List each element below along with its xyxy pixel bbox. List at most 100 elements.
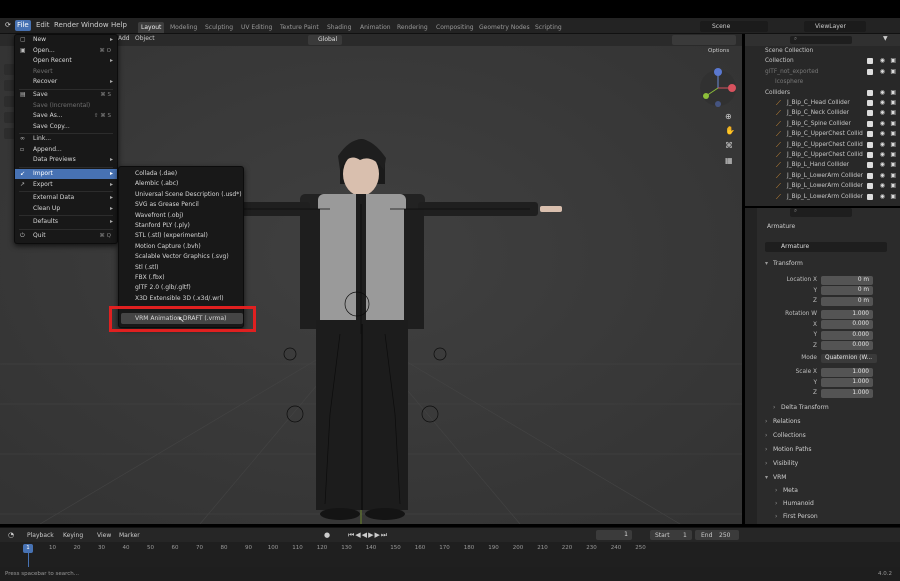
rotation-z-row[interactable]: Z 0.000	[763, 341, 900, 351]
camera-view-icon[interactable]: ⌘	[725, 141, 733, 150]
scale-x-row[interactable]: Scale X 1.000	[763, 367, 900, 377]
outliner-row[interactable]: ⟋ J_Bip_L_Hand Collider ◉ ▣	[745, 160, 900, 170]
import-x3d[interactable]: X3D Extensible 3D (.x3d/.wrl)	[119, 294, 243, 304]
eye-icon[interactable]: ◉	[880, 140, 885, 150]
filter-icon[interactable]: ▼	[883, 35, 888, 42]
file-open[interactable]: ▣ Open... ⌘ O	[15, 46, 117, 56]
file-data-previews[interactable]: Data Previews ▸	[15, 155, 117, 165]
eye-icon[interactable]: ◉	[880, 150, 885, 160]
outliner-row[interactable]: ⟋ J_Bip_L_LowerArm Collider ◉ ▣	[745, 171, 900, 181]
eye-icon[interactable]: ◉	[880, 129, 885, 139]
import-collada[interactable]: Collada (.dae)	[119, 169, 243, 179]
eye-icon[interactable]: ◉	[880, 181, 885, 191]
import-usd[interactable]: Universal Scene Description (.usd*)	[119, 190, 243, 200]
camera-icon[interactable]: ▣	[890, 171, 896, 181]
import-motion-capture[interactable]: Motion Capture (.bvh)	[119, 242, 243, 252]
menu-help[interactable]: Help	[109, 20, 129, 31]
tab-uv-editing[interactable]: UV Editing	[241, 22, 272, 33]
tab-rendering[interactable]: Rendering	[397, 22, 428, 33]
import-stl[interactable]: Stl (.stl)	[119, 263, 243, 273]
import-alembic[interactable]: Alembic (.abc)	[119, 179, 243, 189]
motion-paths-header[interactable]: › Motion Paths	[765, 444, 812, 456]
outliner-row[interactable]: ⟋ J_Bip_C_UpperChest Collid ◉ ▣	[745, 140, 900, 150]
file-external-data[interactable]: External Data ▸	[15, 193, 117, 203]
import-gltf[interactable]: glTF 2.0 (.glb/.gltf)	[119, 283, 243, 293]
file-defaults[interactable]: Defaults ▸	[15, 217, 117, 227]
eye-icon[interactable]: ◉	[880, 56, 885, 66]
blender-logo-icon[interactable]: ⟳	[3, 20, 13, 31]
properties-search-input[interactable]: ⌕	[790, 208, 852, 217]
file-quit[interactable]: ⏻ Quit ⌘ Q	[15, 231, 117, 241]
view-layer-selector[interactable]: ViewLayer	[804, 21, 866, 32]
outliner-row[interactable]: Icosphere	[745, 77, 900, 87]
zoom-icon[interactable]: ⊕	[725, 112, 732, 121]
tab-geometry-nodes[interactable]: Geometry Nodes	[479, 22, 530, 33]
current-frame-field[interactable]: 1	[596, 530, 632, 540]
tab-compositing[interactable]: Compositing	[436, 22, 474, 33]
rotation-w-row[interactable]: Rotation W 1.000	[763, 309, 900, 319]
camera-icon[interactable]: ▣	[890, 181, 896, 191]
import-svg[interactable]: Scalable Vector Graphics (.svg)	[119, 252, 243, 262]
camera-icon[interactable]: ▣	[890, 98, 896, 108]
menu-render[interactable]: Render	[52, 20, 81, 31]
eye-icon[interactable]: ◉	[880, 192, 885, 202]
import-svg-grease-pencil[interactable]: SVG as Grease Pencil	[119, 200, 243, 210]
file-recover[interactable]: Recover ▸	[15, 77, 117, 87]
shading-mode-buttons[interactable]	[672, 35, 736, 45]
camera-icon[interactable]: ▣	[890, 192, 896, 202]
file-link[interactable]: ∞ Link...	[15, 134, 117, 144]
viewport-menu-add[interactable]: Add	[118, 35, 130, 42]
rotation-x-row[interactable]: X 0.000	[763, 320, 900, 330]
marker-menu[interactable]: Marker	[119, 532, 140, 539]
vrm-panel-header[interactable]: ▾ VRM	[765, 472, 786, 484]
outliner-row[interactable]: ⟋ J_Bip_L_LowerArm Collider ◉ ▣	[745, 192, 900, 202]
file-export[interactable]: ↗ Export ▸	[15, 180, 117, 190]
camera-icon[interactable]: ▣	[890, 150, 896, 160]
vrm-meta[interactable]: › Meta	[775, 485, 798, 497]
file-import[interactable]: ↙ Import ▸	[15, 169, 117, 180]
menu-window[interactable]: Window	[79, 20, 111, 31]
outliner-row[interactable]: ⟋ J_Bip_C_Neck Collider ◉ ▣	[745, 108, 900, 118]
object-name-field[interactable]: Armature	[765, 242, 887, 252]
file-save-incremental[interactable]: Save (Incremental)	[15, 101, 117, 111]
outliner-row[interactable]: Scene Collection	[745, 46, 900, 56]
tab-sculpting[interactable]: Sculpting	[205, 22, 233, 33]
import-fbx[interactable]: FBX (.fbx)	[119, 273, 243, 283]
rotation-mode-row[interactable]: Mode Quaternion (W...	[763, 353, 900, 363]
menu-file[interactable]: File	[15, 20, 31, 31]
location-y-row[interactable]: Y0 m	[763, 286, 900, 296]
eye-icon[interactable]: ◉	[880, 67, 885, 77]
scale-y-row[interactable]: Y 1.000	[763, 378, 900, 388]
perspective-grid-icon[interactable]: ▦	[725, 156, 733, 165]
options-dropdown[interactable]: Options	[708, 48, 729, 54]
collections-header[interactable]: › Collections	[765, 430, 806, 442]
location-z-row[interactable]: Z0 m	[763, 296, 900, 306]
file-save-copy[interactable]: Save Copy...	[15, 122, 117, 132]
tab-animation[interactable]: Animation	[360, 22, 391, 33]
outliner-row[interactable]: ⟋ J_Bip_C_UpperChest Collid ◉ ▣	[745, 129, 900, 139]
file-clean-up[interactable]: Clean Up ▸	[15, 204, 117, 214]
tab-modeling[interactable]: Modeling	[170, 22, 197, 33]
transform-panel-header[interactable]: ▾ Transform	[765, 258, 803, 270]
eye-icon[interactable]: ◉	[880, 108, 885, 118]
location-x-row[interactable]: Location X0 m	[763, 275, 900, 285]
viewport-menu-object[interactable]: Object	[135, 35, 155, 42]
camera-icon[interactable]: ▣	[890, 119, 896, 129]
menu-edit[interactable]: Edit	[34, 20, 52, 31]
eye-icon[interactable]: ◉	[880, 119, 885, 129]
tab-layout[interactable]: Layout	[138, 22, 165, 33]
tab-texture-paint[interactable]: Texture Paint	[280, 22, 319, 33]
file-append[interactable]: ▫ Append...	[15, 145, 117, 155]
file-open-recent[interactable]: Open Recent ▸	[15, 56, 117, 66]
eye-icon[interactable]: ◉	[880, 160, 885, 170]
scene-selector[interactable]: Scene	[700, 21, 768, 32]
camera-icon[interactable]: ▣	[890, 108, 896, 118]
file-save-as[interactable]: Save As... ⇧ ⌘ S	[15, 111, 117, 121]
rotation-y-row[interactable]: Y 0.000	[763, 330, 900, 340]
record-button[interactable]: ●	[324, 531, 330, 539]
orientation-selector[interactable]: Global	[308, 35, 342, 45]
eye-icon[interactable]: ◉	[880, 88, 885, 98]
playback-menu[interactable]: Playback	[27, 532, 54, 539]
file-revert[interactable]: Revert	[15, 67, 117, 77]
outliner-search-input[interactable]: ⌕	[790, 36, 852, 44]
